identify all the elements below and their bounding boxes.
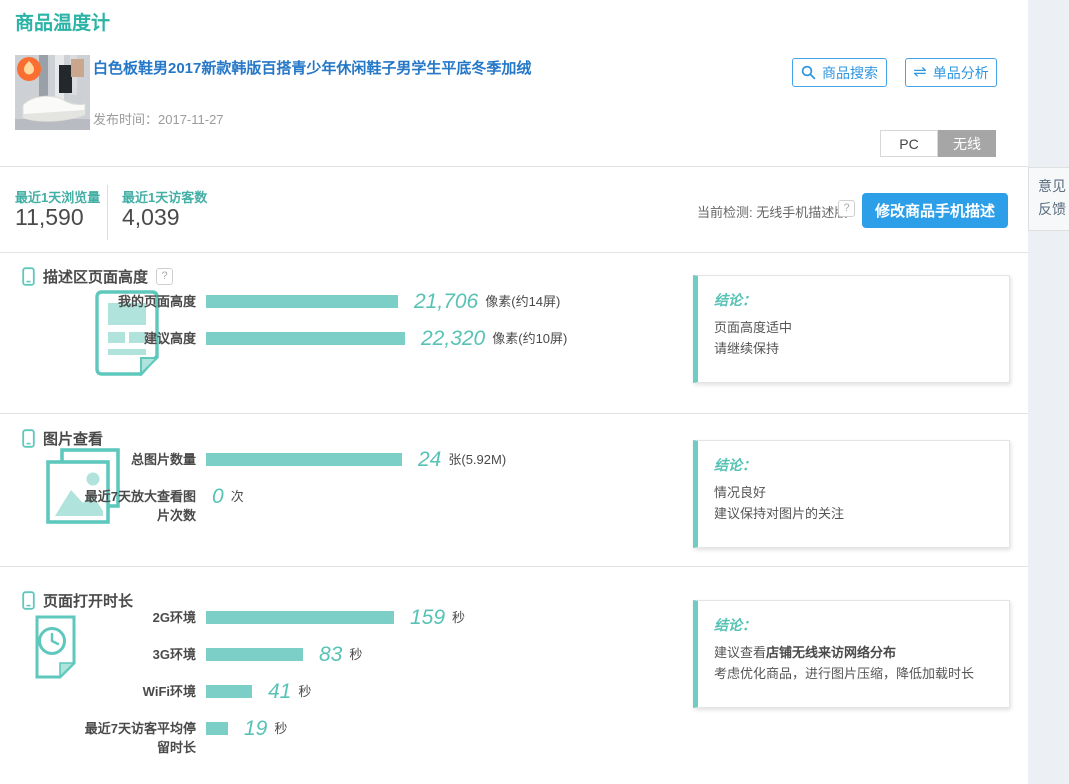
metric-bar: [206, 722, 228, 735]
metric-bar: [206, 648, 303, 661]
platform-toggle: PC 无线: [880, 130, 996, 157]
detection-status: 当前检测: 无线手机描述版: [697, 202, 847, 221]
wireless-toggle-button[interactable]: 无线: [938, 130, 996, 157]
metric-bar: [206, 611, 394, 624]
product-title-link[interactable]: 白色板鞋男2017新款韩版百搭青少年休闲鞋子男学生平底冬季加绒: [93, 57, 733, 78]
metric-unit: 像素(约10屏): [492, 329, 567, 348]
section-open-duration: 页面打开时长 2G环境 159 秒 3G环境 83 秒 WiFi环境: [0, 584, 1028, 784]
conclusion-title: 结论：: [714, 455, 993, 475]
metric-value: 0: [212, 486, 224, 507]
section-title: 描述区页面高度: [43, 266, 148, 287]
edit-mobile-description-button[interactable]: 修改商品手机描述: [862, 193, 1008, 228]
conclusion-line: 请继续保持: [714, 338, 993, 359]
metric-unit: 张(5.92M): [448, 450, 506, 469]
divider: [0, 566, 1028, 567]
metric-row: 建议高度 22,320 像素(约10屏): [76, 329, 567, 366]
search-icon: [801, 65, 816, 80]
metric-row: WiFi环境 41 秒: [76, 682, 465, 719]
product-thumbnail[interactable]: [15, 55, 90, 130]
metric-unit: 次: [231, 487, 244, 506]
metric-label: 最近7天放大查看图片次数: [76, 487, 196, 525]
metric-label: 3G环境: [76, 645, 196, 664]
conclusion-title: 结论：: [714, 615, 993, 635]
conclusion-line: 页面高度适中: [714, 317, 993, 338]
metric-row: 我的页面高度 21,706 像素(约14屏): [76, 292, 567, 329]
metric-bar: [206, 332, 405, 345]
conclusion-line: 考虑优化商品，进行图片压缩，降低加载时长: [714, 663, 993, 684]
conclusion-line: 情况良好: [714, 482, 993, 503]
phone-icon: [22, 429, 35, 448]
section-title: 图片查看: [43, 428, 103, 449]
stat-pageviews-value: 11,590: [15, 204, 84, 231]
help-icon[interactable]: ?: [838, 200, 855, 217]
metric-unit: 秒: [452, 608, 465, 627]
section-page-height: 描述区页面高度 ? 我的页面高度 21,706 像素(约14屏) 建议高度 22…: [0, 264, 1028, 413]
metric-label: 总图片数量: [76, 450, 196, 469]
metric-unit: 秒: [349, 645, 362, 664]
metric-unit: 秒: [298, 682, 311, 701]
feedback-tab-line1: 意见: [1038, 175, 1069, 198]
metric-value: 21,706: [414, 291, 478, 312]
phone-icon: [22, 591, 35, 610]
single-item-analysis-label: 单品分析: [933, 63, 989, 83]
conclusion-box: 结论： 建议查看店铺无线来访网络分布 考虑优化商品，进行图片压缩，降低加载时长: [693, 600, 1010, 708]
metric-label: 最近7天访客平均停留时长: [76, 719, 196, 757]
metric-row: 3G环境 83 秒: [76, 645, 465, 682]
feedback-tab-line2: 反馈: [1038, 198, 1069, 221]
conclusion-box: 结论： 情况良好 建议保持对图片的关注: [693, 440, 1010, 548]
product-search-label: 商品搜索: [822, 63, 878, 83]
metric-bar: [206, 453, 402, 466]
page-gutter: [1028, 0, 1069, 784]
metric-value: 22,320: [421, 328, 485, 349]
stat-divider: [107, 185, 108, 240]
conclusion-box: 结论： 页面高度适中 请继续保持: [693, 275, 1010, 383]
metric-row: 2G环境 159 秒: [76, 608, 465, 645]
feedback-tab[interactable]: 意见 反馈: [1028, 167, 1069, 231]
conclusion-line: 建议保持对图片的关注: [714, 503, 993, 524]
metric-value: 83: [319, 644, 342, 665]
clock-page-icon: [32, 615, 79, 679]
page-title: 商品温度计: [15, 8, 110, 35]
stat-visitors-value: 4,039: [122, 204, 180, 231]
metric-row: 最近7天放大查看图片次数 0 次: [76, 487, 506, 531]
metric-value: 19: [244, 718, 267, 739]
metric-unit: 秒: [274, 719, 287, 738]
pc-toggle-button[interactable]: PC: [880, 130, 938, 157]
divider: [0, 252, 1028, 253]
divider: [0, 413, 1028, 414]
divider: [0, 166, 1028, 167]
conclusion-line: 建议查看店铺无线来访网络分布: [714, 642, 993, 663]
metric-row: 最近7天访客平均停留时长 19 秒: [76, 719, 465, 763]
single-item-analysis-button[interactable]: ⇌ 单品分析: [905, 58, 997, 87]
metric-unit: 像素(约14屏): [485, 292, 560, 311]
swap-icon: ⇌: [913, 66, 926, 80]
product-search-button[interactable]: 商品搜索: [792, 58, 887, 87]
metric-bar: [206, 685, 252, 698]
conclusion-title: 结论：: [714, 290, 993, 310]
metric-value: 24: [418, 449, 441, 470]
metric-label: WiFi环境: [76, 682, 196, 701]
metric-value: 159: [410, 607, 445, 628]
help-icon[interactable]: ?: [156, 268, 173, 285]
metric-label: 我的页面高度: [76, 292, 196, 311]
product-thermometer-page: 商品温度计 白色板鞋男2017新款韩版百搭青少年休闲鞋子男学生平底冬季加绒 发布…: [0, 0, 1069, 784]
metric-value: 41: [268, 681, 291, 702]
metric-row: 总图片数量 24 张(5.92M): [76, 450, 506, 487]
metric-label: 建议高度: [76, 329, 196, 348]
section-image-view: 图片查看 总图片数量 24 张(5.92M) 最近7天放大查看图片次数 0 次 …: [0, 424, 1028, 566]
metric-bar: [206, 295, 398, 308]
publish-date: 发布时间：2017-11-27: [93, 109, 224, 128]
metric-label: 2G环境: [76, 608, 196, 627]
phone-icon: [22, 267, 35, 286]
